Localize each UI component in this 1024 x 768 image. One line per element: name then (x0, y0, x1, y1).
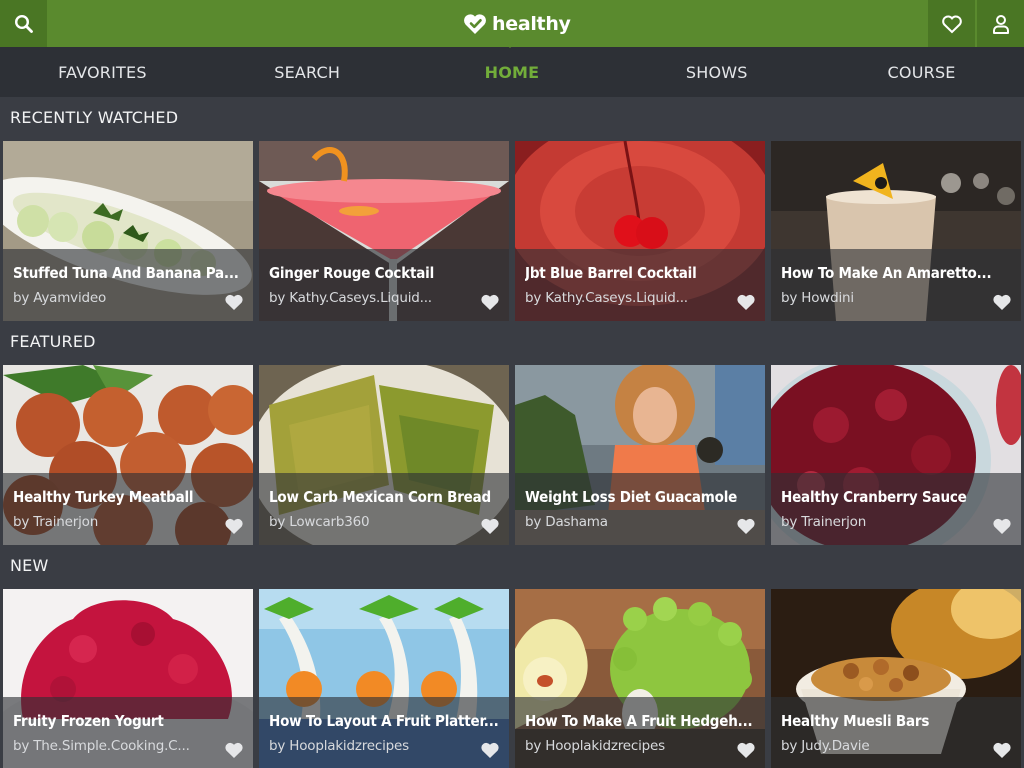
section-title-new: NEW (10, 556, 49, 575)
video-card[interactable]: How To Layout A Fruit Platter... by Hoop… (259, 589, 509, 768)
favorite-heart-icon[interactable] (224, 293, 244, 311)
profile-button[interactable] (977, 0, 1024, 47)
video-title: How To Make A Fruit Hedgeh... (525, 712, 753, 730)
favorites-button[interactable] (928, 0, 975, 47)
nav-tab-favorites[interactable]: FAVORITES (0, 47, 205, 97)
video-title: Stuffed Tuna And Banana Pa... (13, 264, 239, 282)
logo-text: healthy (492, 13, 571, 35)
nav-tab-home[interactable]: HOME (410, 47, 615, 97)
video-author: by Hooplakidzrecipes (269, 738, 409, 754)
heart-icon (941, 15, 962, 33)
video-card[interactable]: Healthy Muesli Bars by Judy.Davie (771, 589, 1021, 768)
video-title: Fruity Frozen Yogurt (13, 712, 164, 730)
video-card[interactable]: Ginger Rouge Cocktail by Kathy.Caseys.Li… (259, 141, 509, 321)
video-card[interactable]: Healthy Turkey Meatball by Trainerjon (3, 365, 253, 545)
favorite-heart-icon[interactable] (224, 741, 244, 759)
video-author: by Judy.Davie (781, 738, 870, 754)
favorite-heart-icon[interactable] (480, 741, 500, 759)
video-caption (3, 697, 253, 768)
video-author: by Howdini (781, 290, 854, 306)
video-title: How To Layout A Fruit Platter... (269, 712, 499, 730)
video-title: Weight Loss Diet Guacamole (525, 488, 738, 506)
video-title: Low Carb Mexican Corn Bread (269, 488, 491, 506)
video-author: by Kathy.Caseys.Liquid... (525, 290, 688, 306)
video-caption (771, 473, 1021, 545)
video-author: by Trainerjon (13, 514, 99, 530)
video-card[interactable]: How To Make A Fruit Hedgeh... by Hooplak… (515, 589, 765, 768)
video-caption (515, 697, 765, 768)
favorite-heart-icon[interactable] (224, 517, 244, 535)
section-title-featured: FEATURED (10, 332, 96, 351)
video-caption (259, 697, 509, 768)
video-card[interactable]: Healthy Cranberry Sauce by Trainerjon (771, 365, 1021, 545)
user-icon (992, 14, 1009, 34)
video-caption (259, 473, 509, 545)
nav-tab-search[interactable]: SEARCH (205, 47, 410, 97)
video-caption (515, 473, 765, 545)
favorite-heart-icon[interactable] (992, 293, 1012, 311)
section-title-recently-watched: RECENTLY WATCHED (10, 108, 179, 127)
video-title: Ginger Rouge Cocktail (269, 264, 435, 282)
video-caption (515, 249, 765, 321)
video-title: Jbt Blue Barrel Cocktail (525, 264, 697, 282)
logo-heart-icon (464, 14, 486, 34)
video-caption (771, 249, 1021, 321)
video-title: Healthy Turkey Meatball (13, 488, 194, 506)
video-card[interactable]: Weight Loss Diet Guacamole by Dashama (515, 365, 765, 545)
video-caption (771, 697, 1021, 768)
app-logo[interactable]: healthy (462, 10, 571, 38)
video-author: by Dashama (525, 514, 608, 530)
favorite-heart-icon[interactable] (992, 517, 1012, 535)
search-button[interactable] (0, 0, 47, 47)
video-caption (259, 249, 509, 321)
video-caption (3, 473, 253, 545)
video-card[interactable]: Stuffed Tuna And Banana Pa... by Ayamvid… (3, 141, 253, 321)
nav-tab-course[interactable]: COURSE (819, 47, 1024, 97)
nav-tab-shows[interactable]: SHOWS (614, 47, 819, 97)
video-author: by Trainerjon (781, 514, 867, 530)
video-title: How To Make An Amaretto... (781, 264, 992, 282)
video-caption (3, 249, 253, 321)
video-author: by Kathy.Caseys.Liquid... (269, 290, 432, 306)
video-author: by Ayamvideo (13, 290, 107, 306)
video-card[interactable]: How To Make An Amaretto... by Howdini (771, 141, 1021, 321)
favorite-heart-icon[interactable] (480, 517, 500, 535)
video-card[interactable]: Jbt Blue Barrel Cocktail by Kathy.Caseys… (515, 141, 765, 321)
favorite-heart-icon[interactable] (736, 293, 756, 311)
video-author: by Lowcarb360 (269, 514, 370, 530)
video-card[interactable]: Fruity Frozen Yogurt by The.Simple.Cooki… (3, 589, 253, 768)
favorite-heart-icon[interactable] (992, 741, 1012, 759)
search-icon (14, 14, 33, 33)
main-nav: FAVORITES SEARCH HOME SHOWS COURSE (0, 47, 1024, 97)
app-header: healthy (0, 0, 1024, 47)
video-card[interactable]: Low Carb Mexican Corn Bread by Lowcarb36… (259, 365, 509, 545)
video-author: by The.Simple.Cooking.C... (13, 738, 190, 754)
video-title: Healthy Cranberry Sauce (781, 488, 967, 506)
favorite-heart-icon[interactable] (736, 517, 756, 535)
video-author: by Hooplakidzrecipes (525, 738, 665, 754)
favorite-heart-icon[interactable] (736, 741, 756, 759)
nav-caret (502, 41, 518, 48)
video-title: Healthy Muesli Bars (781, 712, 930, 730)
favorite-heart-icon[interactable] (480, 293, 500, 311)
